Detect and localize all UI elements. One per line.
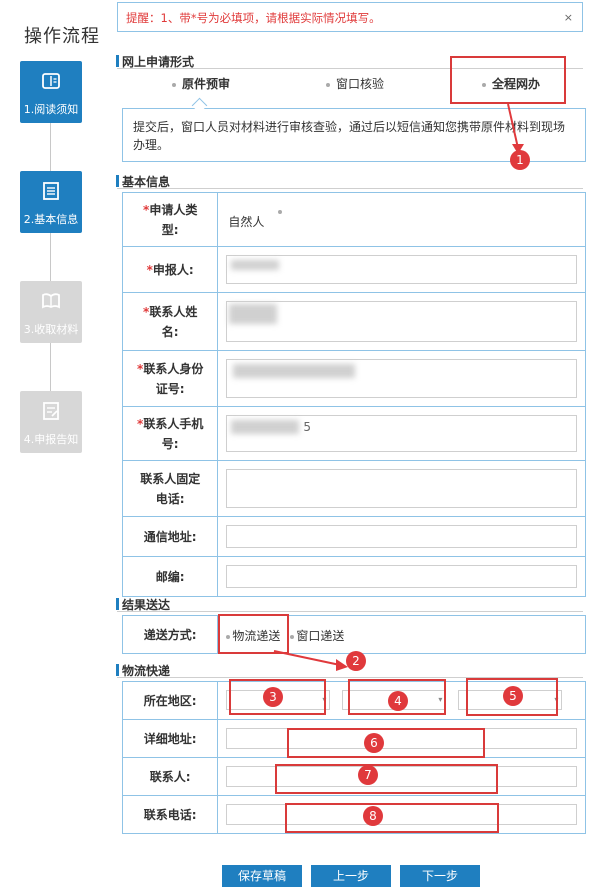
annotation-badge-3: 3	[263, 687, 283, 707]
annotation-badge-6: 6	[364, 733, 384, 753]
section-divider	[117, 611, 583, 612]
tab-original-precheck[interactable]: 原件预审	[172, 75, 230, 92]
alert-text: 提醒：1、带*号为必填项，请根据实际情况填写。	[126, 11, 381, 25]
contact-id-cell	[217, 350, 586, 407]
contact-name-input[interactable]	[226, 301, 577, 342]
annotation-badge-4: 4	[388, 691, 408, 711]
sidebar-title: 操作流程	[24, 26, 100, 47]
address-input[interactable]	[226, 525, 577, 548]
postcode-label: 邮编:	[121, 556, 219, 597]
address-label: 通信地址:	[121, 516, 219, 557]
annotation-badge-7: 7	[358, 765, 378, 785]
logistics-contact-label: 联系人:	[121, 757, 219, 796]
save-draft-button[interactable]: 保存草稿	[222, 865, 302, 887]
step-label: 2.基本信息	[23, 213, 79, 226]
contact-id-input[interactable]	[226, 359, 577, 398]
annotation-badge-2: 2	[346, 651, 366, 671]
contact-phone-cell	[217, 460, 586, 517]
annotation-badge-8: 8	[363, 806, 383, 826]
contact-phone-input[interactable]	[226, 469, 577, 508]
edit-note-icon	[43, 402, 59, 420]
declarant-input[interactable]	[226, 255, 577, 284]
region-label: 所在地区:	[121, 681, 219, 720]
contact-mobile-label: *联系人手机号:	[121, 406, 219, 461]
basic-info-table: *申请人类型: 自然人 *申报人: *联系人姓名: *联系人身份证号: *联系人…	[121, 192, 586, 597]
applicant-type-cell: 自然人	[217, 192, 586, 247]
radio-dot	[172, 82, 176, 87]
delivery-method-label: 递送方式:	[121, 615, 219, 654]
step-basic-info[interactable]: 2.基本信息	[20, 171, 82, 233]
step-connector	[50, 233, 51, 281]
step-label: 3.收取材料	[23, 323, 79, 336]
step-read-notice[interactable]: 1.阅读须知	[20, 61, 82, 123]
step-label: 4.申报告知	[23, 433, 79, 446]
postcode-input[interactable]	[226, 565, 577, 588]
declarant-label: *申报人:	[121, 246, 219, 293]
document-list-icon	[43, 182, 59, 200]
section-divider	[117, 188, 583, 189]
annotation-box-7	[275, 764, 498, 794]
contact-mobile-visible-digit: 5	[303, 420, 312, 434]
close-icon[interactable]: ×	[564, 11, 573, 24]
contact-name-cell	[217, 292, 586, 351]
contact-mobile-cell: 5	[217, 406, 586, 461]
annotation-badge-1: 1	[510, 150, 530, 170]
annotation-box-6	[287, 728, 485, 758]
step-collect-materials[interactable]: 3.收取材料	[20, 281, 82, 343]
annotation-box-8	[285, 803, 499, 833]
applicant-type-radio[interactable]	[278, 210, 283, 214]
tab-label: 原件预审	[182, 77, 231, 91]
contact-id-label: *联系人身份证号:	[121, 350, 219, 407]
logistics-phone-label: 联系电话:	[121, 795, 219, 834]
address-cell	[217, 516, 586, 557]
annotation-box-1	[450, 56, 566, 104]
step-connector	[50, 123, 51, 171]
applicant-type-value: 自然人	[228, 215, 265, 229]
declarant-cell	[217, 246, 586, 293]
contact-name-label: *联系人姓名:	[121, 292, 219, 351]
step-connector	[50, 343, 51, 391]
contact-mobile-input[interactable]: 5	[226, 415, 577, 452]
contact-phone-label: 联系人固定电话:	[121, 460, 219, 517]
tab-window-verify[interactable]: 窗口核验	[326, 75, 384, 92]
step-declare-notice[interactable]: 4.申报告知	[20, 391, 82, 453]
detail-address-label: 详细地址:	[121, 719, 219, 758]
annotation-badge-5: 5	[503, 686, 523, 706]
prev-step-button[interactable]: 上一步	[311, 865, 391, 887]
book-icon	[42, 293, 60, 309]
book-open-icon	[42, 73, 60, 89]
tab-label: 窗口核验	[336, 77, 385, 91]
required-alert: 提醒：1、带*号为必填项，请根据实际情况填写。 ×	[117, 2, 583, 32]
option-window[interactable]: 窗口递送	[290, 627, 344, 644]
radio-dot	[326, 82, 330, 87]
next-step-button[interactable]: 下一步	[400, 865, 480, 887]
postcode-cell	[217, 556, 586, 597]
applicant-type-label: *申请人类型:	[121, 192, 219, 247]
step-label: 1.阅读须知	[23, 103, 79, 116]
